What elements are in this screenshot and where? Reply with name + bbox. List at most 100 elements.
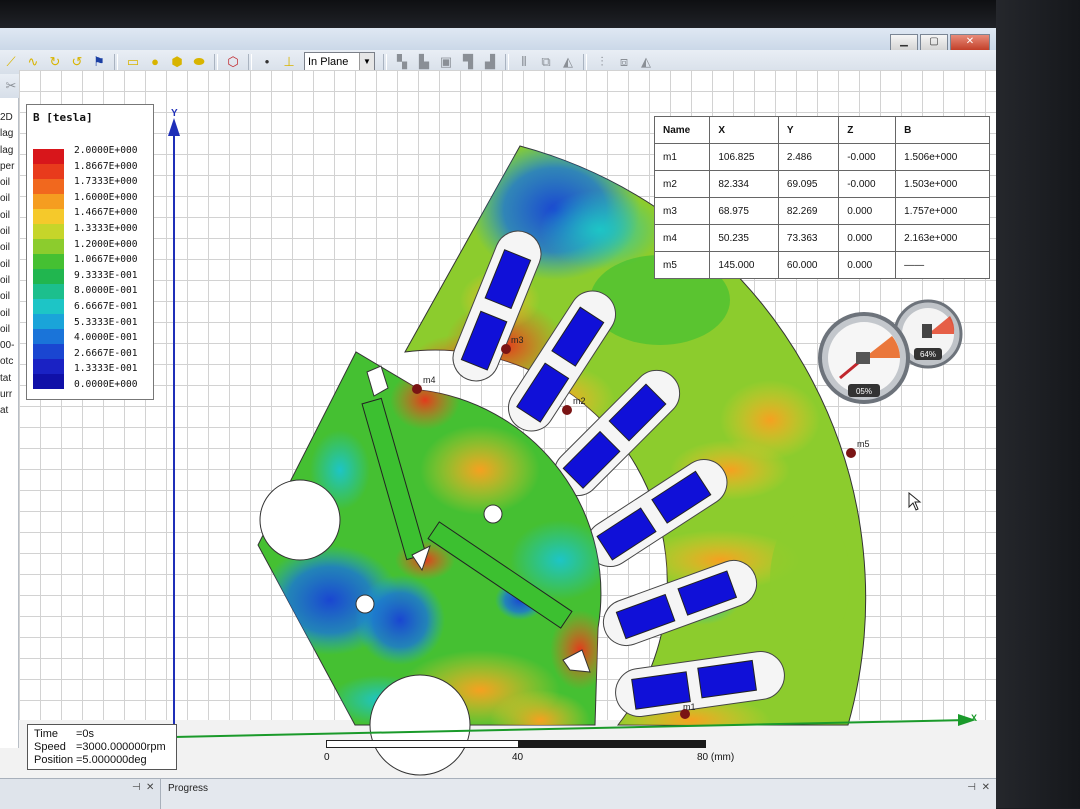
table-header-cell[interactable]: X xyxy=(709,116,779,144)
legend-swatch xyxy=(33,329,64,344)
table-header-cell[interactable]: Y xyxy=(777,116,840,144)
table-cell: 145.000 xyxy=(709,251,779,279)
marker-label-m1: m1 xyxy=(683,702,696,712)
markers-table-header: Name X Y Z B xyxy=(653,116,990,144)
close-icon[interactable]: ✕ xyxy=(146,782,154,793)
status-speed-value: =3000.000000rpm xyxy=(76,741,166,753)
progress-close-icon[interactable]: ✕ xyxy=(982,782,990,793)
table-cell: m1 xyxy=(653,143,711,171)
desktop-meter-gadget[interactable]: 64% 05% xyxy=(818,296,966,406)
table-cell: 1.506e+000 xyxy=(895,143,990,171)
legend-swatch xyxy=(33,239,64,254)
table-cell: m5 xyxy=(653,251,711,279)
legend-label: 0.0000E+000 xyxy=(74,378,138,390)
legend-label: 2.0000E+000 xyxy=(74,145,138,156)
legend-swatch xyxy=(33,299,64,314)
legend-label: 1.3333E+000 xyxy=(74,222,138,234)
table-cell: 0.000 xyxy=(838,224,897,252)
progress-panel-title: Progress xyxy=(168,783,209,794)
table-header-cell[interactable]: B xyxy=(895,116,990,144)
table-row[interactable]: m4 50.235 73.363 0.000 2.163e+000 xyxy=(653,224,990,252)
animation-status-box: Time =0s Speed =3000.000000rpm Position =5.… xyxy=(27,724,177,770)
rotor-field-region xyxy=(257,351,602,776)
legend-label: 1.8667E+000 xyxy=(74,160,138,172)
legend-swatch xyxy=(33,344,64,359)
table-cell: m4 xyxy=(653,224,711,252)
field-legend[interactable]: B [tesla] 2.0000E+000 1.8667E+000 1.7333E+… xyxy=(26,104,154,400)
table-cell: 60.000 xyxy=(777,251,840,279)
table-cell: 82.334 xyxy=(709,170,779,198)
table-cell: 2.486 xyxy=(777,143,840,171)
scale-label-80: 80 (mm) xyxy=(697,752,735,763)
legend-title: B [tesla] xyxy=(33,111,93,124)
table-cell: 0.000 xyxy=(838,251,897,279)
marker-label-m3: m3 xyxy=(511,335,524,345)
marker-m4[interactable] xyxy=(412,384,422,394)
table-row[interactable]: m5 145.000 60.000 0.000 —— xyxy=(653,251,990,279)
table-cell: 82.269 xyxy=(777,197,840,225)
legend-color-bar xyxy=(33,149,64,389)
y-axis-label: Y xyxy=(171,108,178,119)
legend-label: 1.4667E+000 xyxy=(74,207,138,219)
legend-label: 1.3333E-001 xyxy=(74,363,138,375)
legend-label: 1.7333E+000 xyxy=(74,176,138,188)
status-position-value: =5.000000deg xyxy=(76,754,147,766)
table-row[interactable]: m2 82.334 69.095 -0.000 1.503e+000 xyxy=(653,170,990,198)
scale-bar xyxy=(326,740,706,748)
message-manager-panel[interactable]: ⊣ ✕ xyxy=(0,779,161,809)
table-cell: 50.235 xyxy=(709,224,779,252)
markers-table[interactable]: Name X Y Z B m1 106.825 2.486 -0.000 1.506e+000 m… xyxy=(653,116,990,279)
table-cell: 69.095 xyxy=(777,170,840,198)
table-cell: 73.363 xyxy=(777,224,840,252)
memory-icon xyxy=(922,324,932,338)
scale-label-40: 40 xyxy=(512,752,524,763)
status-time-value: =0s xyxy=(76,728,95,740)
marker-label-m5: m5 xyxy=(857,439,870,449)
table-cell: -0.000 xyxy=(838,143,897,171)
legend-label: 1.0667E+000 xyxy=(74,254,138,266)
legend-swatch xyxy=(33,254,64,269)
legend-label: 1.6000E+000 xyxy=(74,191,138,203)
legend-swatch xyxy=(33,269,64,284)
legend-label: 2.6667E-001 xyxy=(74,347,138,359)
status-speed-key: Speed xyxy=(34,741,66,753)
legend-swatch xyxy=(33,284,64,299)
legend-swatch xyxy=(33,194,64,209)
table-cell: 1.503e+000 xyxy=(895,170,990,198)
marker-m5[interactable] xyxy=(846,448,856,458)
marker-m3[interactable] xyxy=(501,344,511,354)
table-cell: -0.000 xyxy=(838,170,897,198)
legend-label: 4.0000E-001 xyxy=(74,332,138,344)
table-cell: 68.975 xyxy=(709,197,779,225)
legend-swatch xyxy=(33,224,64,239)
scale-label-0: 0 xyxy=(324,752,330,763)
legend-swatch xyxy=(33,164,64,179)
legend-swatch xyxy=(33,359,64,374)
legend-swatch xyxy=(33,374,64,389)
legend-swatch xyxy=(33,179,64,194)
mouse-cursor-icon xyxy=(908,492,922,511)
legend-swatch xyxy=(33,209,64,224)
legend-label: 6.6667E-001 xyxy=(74,300,138,312)
table-header-cell[interactable]: Z xyxy=(838,116,897,144)
table-cell: 0.000 xyxy=(838,197,897,225)
legend-labels: 2.0000E+000 1.8667E+000 1.7333E+000 1.6000E… xyxy=(74,143,138,393)
x-axis-label: X xyxy=(971,713,978,723)
marker-label-m2: m2 xyxy=(573,396,586,406)
cpu-usage: 05% xyxy=(856,387,872,396)
status-position-key: Position xyxy=(34,754,74,766)
marker-label-m4: m4 xyxy=(423,375,436,385)
legend-swatch xyxy=(33,149,64,164)
progress-pin-icon[interactable]: ⊣ xyxy=(967,782,976,793)
table-cell: 106.825 xyxy=(709,143,779,171)
status-time-key: Time xyxy=(34,728,59,740)
table-header-cell[interactable]: Name xyxy=(653,116,711,144)
cpu-icon xyxy=(856,352,870,364)
table-row[interactable]: m3 68.975 82.269 0.000 1.757e+000 xyxy=(653,197,990,225)
table-row[interactable]: m1 106.825 2.486 -0.000 1.506e+000 xyxy=(653,143,990,171)
marker-m2[interactable] xyxy=(562,405,572,415)
table-cell: m3 xyxy=(653,197,711,225)
memory-usage: 64% xyxy=(920,350,936,359)
pin-icon[interactable]: ⊣ xyxy=(132,782,141,793)
table-cell: —— xyxy=(895,251,990,279)
